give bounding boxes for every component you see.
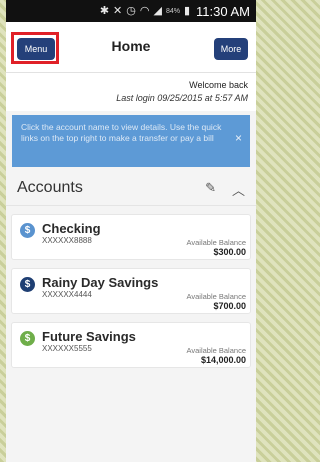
welcome-section: Welcome back Last login 09/25/2015 at 5:… [6,73,256,111]
battery-icon: ▮ [183,4,191,17]
balance-label: Available Balance [186,292,247,301]
edit-pencil-icon[interactable]: ✎ [205,180,216,196]
account-name[interactable]: Checking [42,221,101,236]
alarm-icon: ◷ [126,4,136,17]
account-card-future-savings[interactable]: $ Future Savings XXXXXX5555 Available Ba… [11,322,251,368]
account-number: XXXXXX5555 [42,344,92,353]
balance-value: $14,000.00 [200,355,246,365]
phone-screen: ✱ ✕ ◷ ◠ ◢ 84% ▮ 11:30 AM Menu Home More … [6,0,256,462]
signal-icon: ◢ [153,4,162,17]
account-card-checking[interactable]: $ Checking XXXXXX8888 Available Balance … [11,214,251,260]
battery-percent: 84% [165,7,180,15]
balance-value: $700.00 [213,301,246,311]
accounts-header: Accounts ✎ ︿ [6,171,256,206]
balance-label: Available Balance [186,238,247,247]
app-header: Menu Home More [6,22,256,73]
wifi-icon: ◠ [139,4,150,17]
account-card-rainy-day-savings[interactable]: $ Rainy Day Savings XXXXXX4444 Available… [11,268,251,314]
bluetooth-icon: ✱ [99,4,110,17]
account-name[interactable]: Rainy Day Savings [42,275,158,290]
accounts-title: Accounts [17,179,83,196]
welcome-text: Welcome back [189,80,248,90]
dollar-icon: $ [20,331,35,346]
mute-icon: ✕ [113,4,123,17]
balance-value: $300.00 [213,247,246,257]
info-notice: Click the account name to view details. … [12,115,250,167]
dollar-icon: $ [20,277,35,292]
account-number: XXXXXX8888 [42,236,92,245]
account-name[interactable]: Future Savings [42,329,136,344]
dollar-icon: $ [20,223,35,238]
chevron-up-icon[interactable]: ︿ [232,180,245,199]
last-login-text: Last login 09/25/2015 at 5:57 AM [116,93,248,103]
status-bar: ✱ ✕ ◷ ◠ ◢ 84% ▮ 11:30 AM [6,0,256,22]
clock: 11:30 AM [196,3,250,19]
account-number: XXXXXX4444 [42,290,92,299]
notice-text: Click the account name to view details. … [21,122,222,143]
close-icon[interactable]: × [235,132,242,144]
balance-label: Available Balance [186,346,247,355]
more-button[interactable]: More [214,38,248,60]
